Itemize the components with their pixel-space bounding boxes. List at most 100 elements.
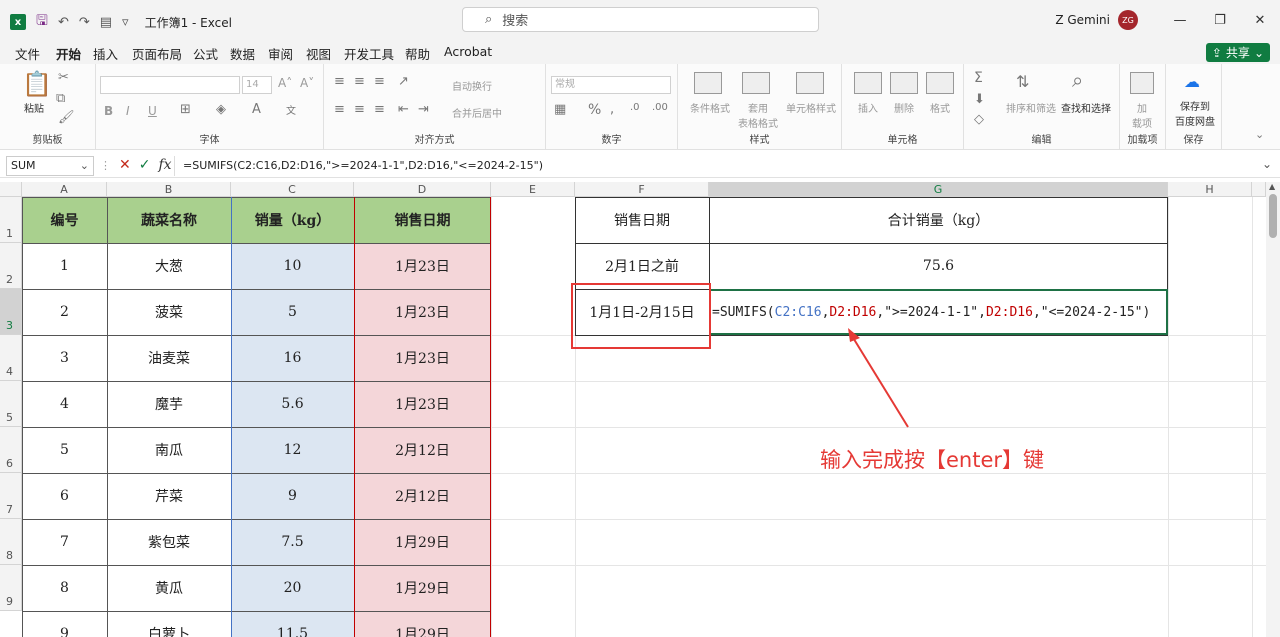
table-cell-qty[interactable]: 12 xyxy=(231,427,354,473)
table-cell-date[interactable]: 1月23日 xyxy=(354,381,491,427)
cut-icon[interactable]: ✂ xyxy=(58,70,69,85)
column-header-h[interactable]: H xyxy=(1168,182,1252,197)
accounting-icon[interactable]: ▦ xyxy=(554,102,566,117)
select-all-corner[interactable] xyxy=(0,182,22,197)
sort-filter-button[interactable]: 排序和筛选 xyxy=(1004,100,1058,115)
tab-insert[interactable]: 插入 xyxy=(93,44,118,63)
delete-cells-button[interactable]: 删除 xyxy=(886,100,922,115)
summary-header-date[interactable]: 销售日期 xyxy=(575,197,709,243)
shrink-font-icon[interactable]: A˅ xyxy=(300,76,314,90)
table-cell-date[interactable]: 2月12日 xyxy=(354,473,491,519)
table-header-name[interactable]: 蔬菜名称 xyxy=(107,197,231,243)
cell-styles-icon[interactable] xyxy=(796,72,824,94)
align-left-icon[interactable]: ≡ xyxy=(334,102,345,117)
table-cell-date[interactable]: 1月23日 xyxy=(354,335,491,381)
restore-icon[interactable]: ❐ xyxy=(1200,13,1240,28)
column-header-a[interactable]: A xyxy=(22,182,107,197)
table-cell-id[interactable]: 3 xyxy=(22,335,107,381)
align-bottom-icon[interactable]: ≡ xyxy=(374,74,385,89)
conditional-format-icon[interactable] xyxy=(694,72,722,94)
worksheet-grid[interactable]: A B C D E F G H 1 2 3 4 5 6 7 8 9 编号 蔬菜名称… xyxy=(0,182,1266,637)
row-header-1[interactable]: 1 xyxy=(0,197,22,243)
align-top-icon[interactable]: ≡ xyxy=(334,74,345,89)
name-box[interactable]: SUM ⌄ xyxy=(6,156,94,176)
expand-formula-icon[interactable]: ⌄ xyxy=(1262,157,1272,171)
column-header-f[interactable]: F xyxy=(575,182,709,197)
customize-qat-icon[interactable]: ▿ xyxy=(122,15,129,30)
font-color-icon[interactable]: A xyxy=(252,102,261,117)
format-cells-icon[interactable] xyxy=(926,72,954,94)
sort-filter-icon[interactable]: ⇅ xyxy=(1016,72,1029,91)
tab-review[interactable]: 审阅 xyxy=(268,44,293,63)
decrease-indent-icon[interactable]: ⇤ xyxy=(398,102,409,117)
table-cell-date[interactable]: 2月12日 xyxy=(354,427,491,473)
row-header-6[interactable]: 6 xyxy=(0,427,22,473)
font-family-select[interactable] xyxy=(100,76,240,94)
table-cell-name[interactable]: 芹菜 xyxy=(107,473,231,519)
cancel-icon[interactable]: ✕ xyxy=(119,157,131,173)
table-cell-id[interactable]: 8 xyxy=(22,565,107,611)
copy-icon[interactable]: ⧉ xyxy=(56,91,65,106)
undo-icon[interactable]: ↶ xyxy=(58,15,69,30)
vertical-scrollbar[interactable]: ▲ xyxy=(1266,182,1280,637)
baidu-cloud-icon[interactable]: ☁ xyxy=(1184,72,1200,91)
save-icon[interactable]: 🖫 xyxy=(36,10,48,34)
table-cell-name[interactable]: 白萝卜 xyxy=(107,611,231,637)
table-cell-name[interactable]: 菠菜 xyxy=(107,289,231,335)
find-select-icon[interactable]: ⌕ xyxy=(1072,68,1083,92)
table-cell-id[interactable]: 7 xyxy=(22,519,107,565)
table-cell-date[interactable]: 1月29日 xyxy=(354,565,491,611)
table-cell-qty[interactable]: 5.6 xyxy=(231,381,354,427)
share-button[interactable]: ⇪ 共享 ⌄ xyxy=(1205,43,1270,62)
table-cell-qty[interactable]: 9 xyxy=(231,473,354,519)
scroll-thumb[interactable] xyxy=(1269,194,1277,238)
table-cell-qty[interactable]: 11.5 xyxy=(231,611,354,637)
table-cell-name[interactable]: 南瓜 xyxy=(107,427,231,473)
format-cells-button[interactable]: 格式 xyxy=(922,100,958,115)
minimize-icon[interactable]: — xyxy=(1160,13,1200,28)
table-cell-id[interactable]: 4 xyxy=(22,381,107,427)
tab-acrobat[interactable]: Acrobat xyxy=(444,44,492,59)
merge-center-button[interactable]: 合并后居中 xyxy=(452,105,502,120)
insert-function-icon[interactable]: fx xyxy=(158,157,171,173)
table-cell-name[interactable]: 魔芋 xyxy=(107,381,231,427)
format-painter-icon[interactable]: 🖌 xyxy=(58,110,75,125)
increase-decimal-icon[interactable]: .0 xyxy=(630,102,640,113)
row-header-4[interactable]: 4 xyxy=(0,335,22,381)
tab-help[interactable]: 帮助 xyxy=(405,44,430,63)
table-cell-qty[interactable]: 20 xyxy=(231,565,354,611)
delete-cells-icon[interactable] xyxy=(890,72,918,94)
find-select-button[interactable]: 查找和选择 xyxy=(1058,100,1114,115)
tab-file[interactable]: 文件 xyxy=(15,44,40,63)
percent-icon[interactable]: % xyxy=(588,102,601,118)
orientation-icon[interactable]: ↗ xyxy=(398,74,409,89)
tab-view[interactable]: 视图 xyxy=(306,44,331,63)
column-header-e[interactable]: E xyxy=(491,182,575,197)
table-cell-name[interactable]: 大葱 xyxy=(107,243,231,289)
column-header-c[interactable]: C xyxy=(231,182,354,197)
table-cell-id[interactable]: 2 xyxy=(22,289,107,335)
table-header-date[interactable]: 销售日期 xyxy=(354,197,491,243)
align-center-icon[interactable]: ≡ xyxy=(354,102,365,117)
borders-icon[interactable]: ⊞ xyxy=(180,102,191,117)
avatar[interactable]: ZG xyxy=(1118,10,1138,30)
italic-button[interactable]: I xyxy=(126,104,130,118)
clear-icon[interactable]: ◇ xyxy=(974,112,984,127)
decrease-decimal-icon[interactable]: .00 xyxy=(652,102,668,113)
tab-home[interactable]: 开始 xyxy=(56,44,82,68)
row-header-7[interactable]: 7 xyxy=(0,473,22,519)
table-cell-id[interactable]: 1 xyxy=(22,243,107,289)
wrap-text-button[interactable]: 自动换行 xyxy=(452,78,492,93)
active-cell-editor[interactable]: =SUMIFS(C2:C16, D2:D16 ,">=2024-1-1", D2:D1… xyxy=(709,289,1168,335)
table-cell-id[interactable]: 9 xyxy=(22,611,107,637)
addins-icon[interactable] xyxy=(1130,72,1154,94)
table-cell-name[interactable]: 黄瓜 xyxy=(107,565,231,611)
paste-icon[interactable]: 📋 xyxy=(22,70,52,98)
enter-icon[interactable]: ✓ xyxy=(139,157,151,173)
number-format-select[interactable]: 常规 xyxy=(551,76,671,94)
paste-button[interactable]: 粘贴 xyxy=(18,100,50,115)
form-icon[interactable]: ▤ xyxy=(100,15,112,30)
align-middle-icon[interactable]: ≡ xyxy=(354,74,365,89)
cell-styles-button[interactable]: 单元格样式 xyxy=(782,100,840,115)
format-table-button[interactable]: 套用 表格格式 xyxy=(730,100,786,130)
